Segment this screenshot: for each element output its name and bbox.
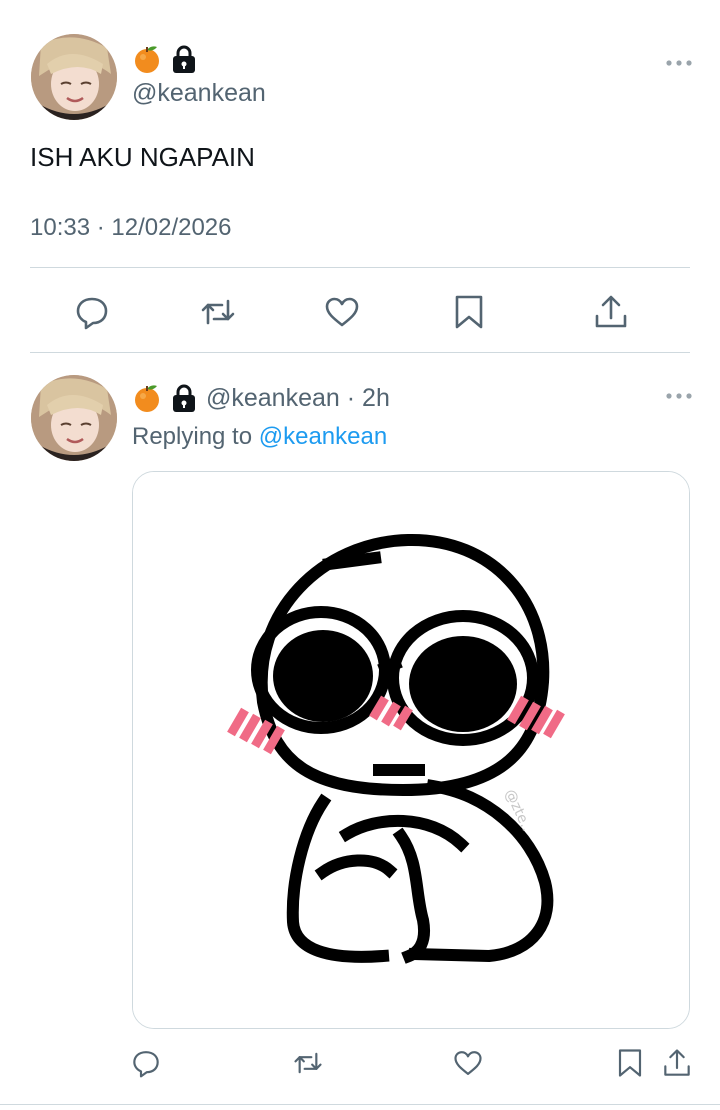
pixel-character-drawing: @zte..: [133, 472, 689, 1028]
avatar[interactable]: [31, 375, 117, 461]
user-handle[interactable]: @keankean: [206, 384, 340, 412]
lock-icon: [171, 383, 197, 413]
share-icon[interactable]: [662, 1048, 692, 1078]
tweet-text: ISH AKU NGAPAIN: [30, 142, 255, 172]
replying-to: Replying to @keankean: [132, 423, 387, 451]
avatar[interactable]: [31, 34, 117, 120]
bookmark-icon[interactable]: [451, 294, 487, 330]
lock-icon: [171, 44, 197, 74]
bookmark-icon[interactable]: [615, 1048, 645, 1078]
replying-to-link[interactable]: @keankean: [259, 423, 387, 450]
divider: [30, 352, 690, 353]
like-icon[interactable]: [324, 294, 360, 330]
reply-icon[interactable]: [131, 1048, 161, 1078]
tweet-timestamp[interactable]: 10:33 · 12/02/2026: [30, 214, 232, 242]
like-icon[interactable]: [453, 1048, 483, 1078]
tweet-age[interactable]: · 2h: [347, 384, 390, 412]
divider: [30, 267, 690, 268]
divider: [0, 1104, 720, 1105]
more-options-icon[interactable]: [665, 392, 693, 400]
tweet-media-image[interactable]: @zte..: [132, 471, 690, 1029]
reply-header: @keankean · 2h: [206, 384, 390, 413]
retweet-icon[interactable]: [200, 294, 236, 330]
reply-icon[interactable]: [74, 294, 110, 330]
orange-emoji: [132, 44, 162, 74]
user-handle[interactable]: @keankean: [132, 79, 266, 108]
retweet-icon[interactable]: [293, 1048, 323, 1078]
share-icon[interactable]: [593, 294, 629, 330]
replying-to-label: Replying to: [132, 423, 253, 450]
orange-emoji: [132, 383, 162, 413]
more-options-icon[interactable]: [665, 59, 693, 67]
